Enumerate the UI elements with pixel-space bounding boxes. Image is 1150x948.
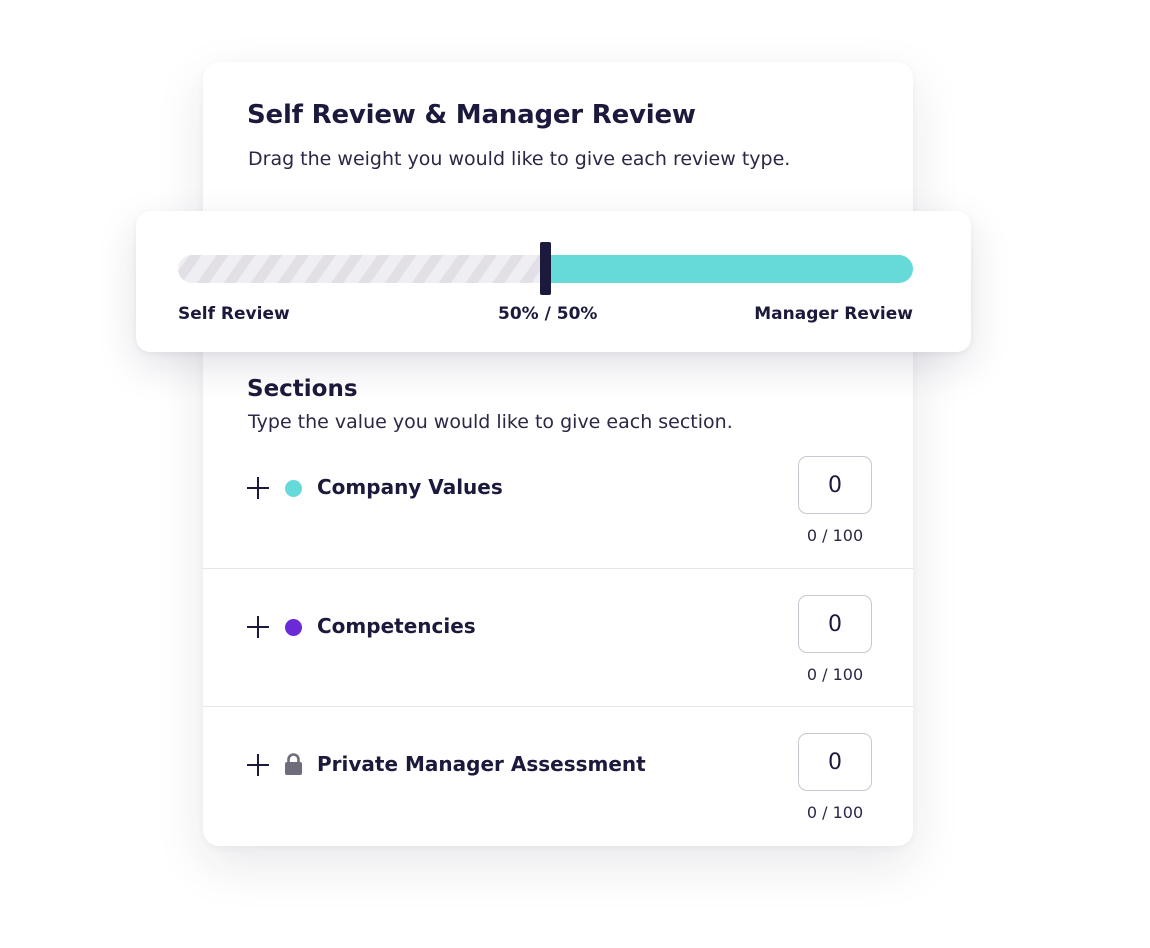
weight-slider-handle[interactable] — [540, 242, 551, 295]
sections-title: Sections — [247, 376, 358, 402]
section-value-hint: 0 / 100 — [806, 665, 864, 684]
expand-plus-icon[interactable] — [247, 477, 269, 499]
section-value-hint: 0 / 100 — [806, 803, 864, 822]
weight-split-readout: 50% / 50% — [498, 304, 598, 324]
section-row-competencies: Competencies 0 / 100 — [203, 568, 913, 707]
review-weight-card: Self Review & Manager Review Drag the we… — [203, 62, 913, 846]
section-label: Company Values — [317, 475, 503, 499]
section-value-input[interactable] — [798, 595, 872, 653]
section-value-hint: 0 / 100 — [806, 526, 864, 545]
manager-review-label: Manager Review — [754, 304, 913, 324]
section-row-company-values: Company Values 0 / 100 — [203, 430, 913, 568]
expand-plus-icon[interactable] — [247, 616, 269, 638]
section-label: Competencies — [317, 614, 476, 638]
section-label: Private Manager Assessment — [317, 752, 646, 776]
manager-review-segment — [545, 255, 913, 283]
self-review-segment — [178, 255, 546, 283]
section-value-input[interactable] — [798, 456, 872, 514]
section-value-input[interactable] — [798, 733, 872, 791]
section-row-private-manager-assessment: Private Manager Assessment 0 / 100 — [203, 706, 913, 845]
canvas: Self Review & Manager Review Drag the we… — [0, 0, 1150, 948]
lock-icon — [285, 753, 302, 775]
card-subtitle: Drag the weight you would like to give e… — [248, 148, 791, 170]
expand-plus-icon[interactable] — [247, 754, 269, 776]
card-title: Self Review & Manager Review — [247, 100, 696, 130]
self-review-label: Self Review — [178, 304, 290, 324]
teal-dot-icon — [285, 480, 302, 497]
review-weight-slider-panel: Self Review 50% / 50% Manager Review — [136, 211, 971, 352]
purple-dot-icon — [285, 619, 302, 636]
